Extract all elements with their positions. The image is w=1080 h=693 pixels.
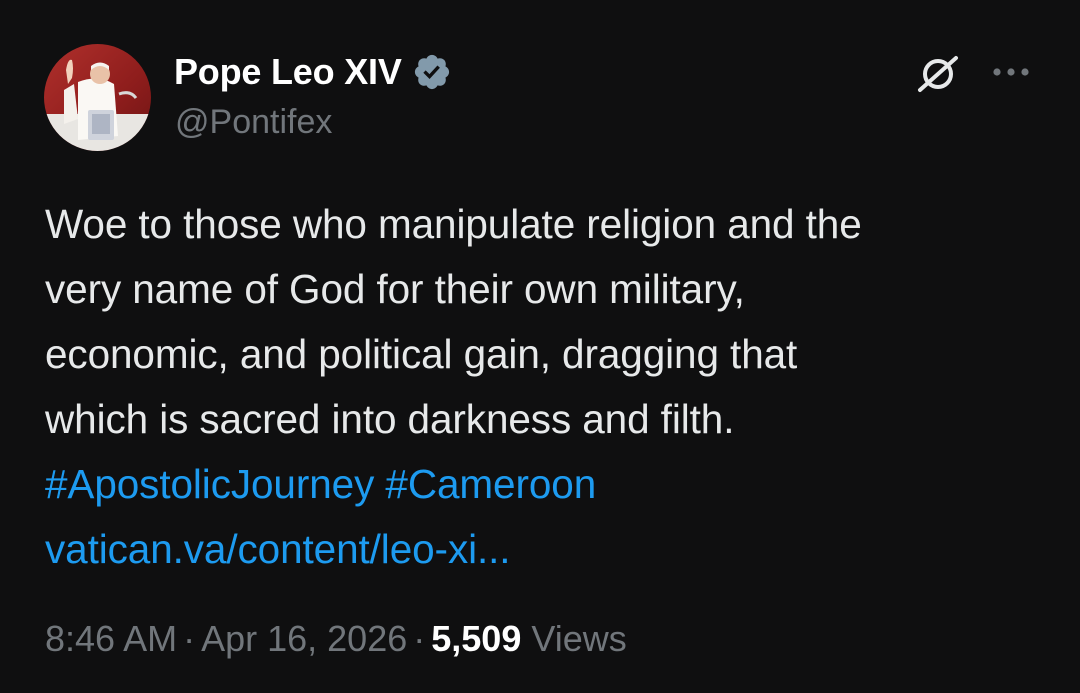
tweet-text-line: very name of God for their own military,	[45, 266, 745, 312]
author-name-row: Pope Leo XIV	[174, 50, 452, 94]
hashtag-line: #ApostolicJourney #Cameroon	[45, 452, 1045, 517]
meta-separator: ·	[183, 618, 196, 659]
avatar[interactable]	[44, 44, 151, 151]
tweet-text-line: which is sacred into darkness and filth.	[45, 396, 735, 442]
tweet-detail: Pope Leo XIV @Pontifex Woe to those who …	[0, 0, 1080, 693]
meta-separator: ·	[413, 618, 426, 659]
grok-icon[interactable]	[912, 48, 964, 100]
more-icon[interactable]	[988, 60, 1034, 84]
vatican-link[interactable]: vatican.va/content/leo-xi...	[45, 526, 511, 572]
views-count[interactable]: 5,509	[431, 618, 521, 659]
author-display-name[interactable]: Pope Leo XIV	[174, 51, 402, 93]
tweet-text-line: economic, and political gain, dragging t…	[45, 331, 798, 377]
tweet-meta: 8:46 AM · Apr 16, 2026 · 5,509 Views	[45, 618, 627, 660]
author-handle[interactable]: @Pontifex	[175, 103, 332, 142]
hashtag-cameroon[interactable]: #Cameroon	[385, 461, 596, 507]
tweet-time[interactable]: 8:46 AM	[45, 618, 177, 659]
tweet-date[interactable]: Apr 16, 2026	[201, 618, 407, 659]
views-label: Views	[531, 618, 627, 659]
hashtag-apostolic-journey[interactable]: #ApostolicJourney	[45, 461, 374, 507]
verified-badge-icon[interactable]	[412, 52, 452, 92]
tweet-text: Woe to those who manipulate religion and…	[45, 192, 1045, 582]
link-line: vatican.va/content/leo-xi...	[45, 517, 1045, 582]
tweet-text-line: Woe to those who manipulate religion and…	[45, 201, 862, 247]
